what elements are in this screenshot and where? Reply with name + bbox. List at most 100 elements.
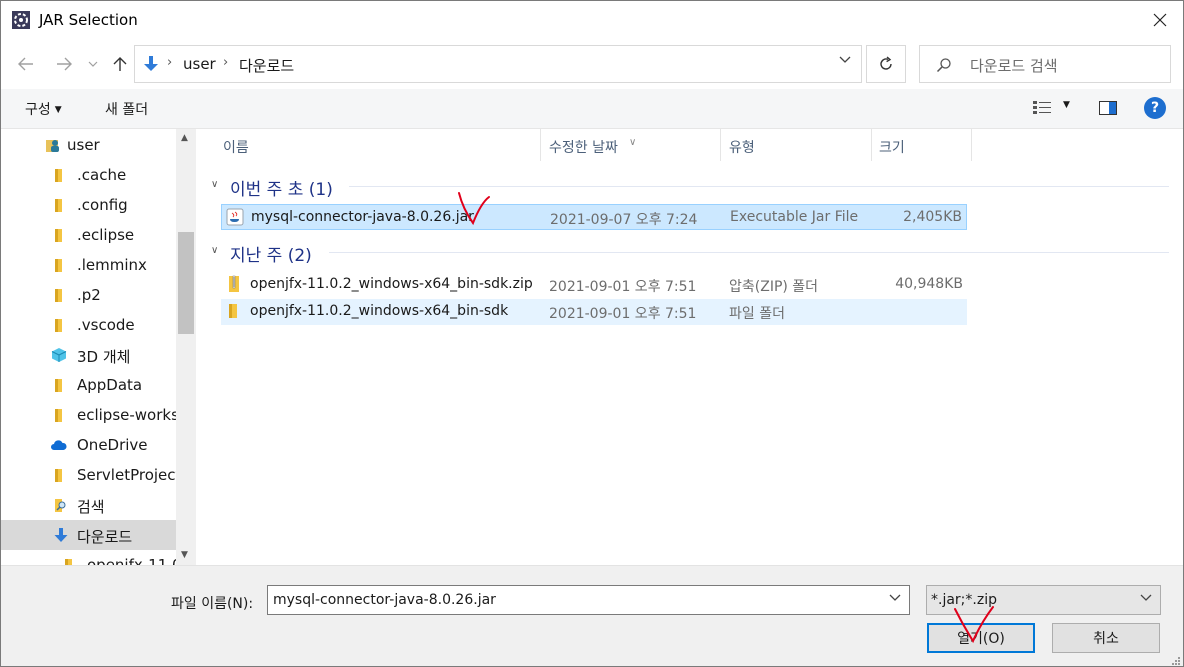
- file-date: 2021-09-01 오후 7:51: [549, 279, 697, 295]
- up-button[interactable]: [109, 53, 131, 75]
- new-folder-button[interactable]: 새 폴더: [105, 99, 148, 119]
- search-placeholder: 다운로드 검색: [970, 57, 1058, 75]
- sidebar-item-label: user: [67, 136, 100, 154]
- arrow-right-icon: [57, 57, 72, 71]
- sidebar-item-label: 3D 개체: [77, 348, 131, 366]
- sidebar-item-config[interactable]: .config: [1, 190, 176, 220]
- file-size: 2,405KB: [903, 209, 962, 225]
- file-list: 이름 ∨ 수정한 날짜 유형 크기 ∨ 이번 주 초 (1) mysql-con…: [197, 129, 1183, 565]
- sidebar-item-onedrive[interactable]: OneDrive: [1, 430, 176, 460]
- chevron-down-icon: ∨: [211, 179, 219, 190]
- file-row[interactable]: openjfx-11.0.2_windows-x64_bin-sdk.zip 2…: [221, 272, 967, 298]
- user-folder-icon: [46, 140, 59, 152]
- sidebar-item-cache[interactable]: .cache: [1, 160, 176, 190]
- filter-value: *.jar;*.zip: [931, 592, 997, 608]
- jar-selection-dialog: JAR Selection › user › 다운로드 다운로드 검색 구성 ▼…: [0, 0, 1184, 667]
- chevron-down-icon: [88, 61, 98, 67]
- filename-value: mysql-connector-java-8.0.26.jar: [273, 592, 496, 608]
- sidebar-item-p2[interactable]: .p2: [1, 280, 176, 310]
- group-title: 지난 주 (2): [230, 246, 312, 266]
- chevron-down-icon[interactable]: [839, 56, 851, 64]
- folder-icon: [55, 289, 62, 302]
- recent-locations-button[interactable]: [85, 53, 101, 75]
- view-options-caret-icon[interactable]: ▼: [1063, 100, 1070, 110]
- eclipse-app-icon: [12, 11, 30, 29]
- details-view-icon[interactable]: [1033, 101, 1051, 115]
- navigation-pane: user .cache .config .eclipse .lemminx .p…: [1, 129, 196, 565]
- sidebar-item-vscode[interactable]: .vscode: [1, 310, 176, 340]
- breadcrumb-downloads[interactable]: 다운로드: [239, 55, 294, 76]
- column-divider: [971, 129, 972, 161]
- folder-icon: [55, 319, 62, 332]
- group-header-last-week[interactable]: ∨ 지난 주 (2): [211, 241, 1171, 266]
- organize-button[interactable]: 구성 ▼: [25, 99, 62, 119]
- sidebar-item-label: ServletProject: [77, 466, 182, 484]
- scrollbar-thumb[interactable]: [178, 232, 194, 334]
- column-header-name[interactable]: 이름: [223, 137, 249, 157]
- sidebar-item-searches[interactable]: 검색: [1, 490, 176, 520]
- chevron-down-icon: [1140, 594, 1152, 601]
- file-row[interactable]: openjfx-11.0.2_windows-x64_bin-sdk 2021-…: [221, 299, 967, 325]
- cancel-button[interactable]: 취소: [1052, 623, 1160, 653]
- breadcrumb-user[interactable]: user: [183, 55, 216, 73]
- scroll-down-icon[interactable]: ▼: [181, 550, 188, 560]
- dialog-footer: 파일 이름(N): mysql-connector-java-8.0.26.ja…: [1, 565, 1183, 666]
- zip-folder-icon: [229, 275, 239, 292]
- command-toolbar: 구성 ▼ 새 폴더 ▼ ?: [1, 89, 1183, 129]
- refresh-button[interactable]: [866, 45, 906, 83]
- column-header-type[interactable]: 유형: [729, 137, 755, 157]
- help-button[interactable]: ?: [1144, 97, 1166, 119]
- preview-pane-icon[interactable]: [1099, 101, 1117, 115]
- group-title: 이번 주 초 (1): [230, 180, 333, 200]
- filename-input[interactable]: mysql-connector-java-8.0.26.jar: [267, 585, 910, 615]
- downloads-icon: [54, 528, 68, 542]
- column-header-modified[interactable]: 수정한 날짜: [549, 137, 618, 157]
- file-type: Executable Jar File: [730, 209, 859, 225]
- chevron-down-icon[interactable]: [889, 594, 901, 602]
- sidebar-item-user[interactable]: user: [1, 130, 176, 160]
- refresh-icon: [880, 56, 892, 70]
- breadcrumb-separator-icon: ›: [167, 55, 173, 70]
- folder-icon: [55, 259, 62, 272]
- forward-button[interactable]: [53, 53, 75, 75]
- file-name: mysql-connector-java-8.0.26.jar: [251, 209, 474, 225]
- sidebar-item-eclipse[interactable]: .eclipse: [1, 220, 176, 250]
- folder-icon: [55, 229, 62, 242]
- file-row[interactable]: mysql-connector-java-8.0.26.jar 2021-09-…: [221, 204, 967, 230]
- sidebar-item-servletproject[interactable]: ServletProject: [1, 460, 181, 490]
- sidebar-item-label: .p2: [77, 286, 101, 304]
- scroll-up-icon[interactable]: ▲: [181, 133, 188, 143]
- open-button[interactable]: 열기(O): [927, 623, 1035, 653]
- sidebar-item-downloads[interactable]: 다운로드: [1, 520, 176, 550]
- sidebar-item-openjfx[interactable]: openjfx-11.0.2: [1, 550, 196, 565]
- sidebar-item-label: .cache: [77, 166, 127, 184]
- column-divider: [871, 129, 872, 161]
- sidebar-item-appdata[interactable]: AppData: [1, 370, 176, 400]
- sidebar-item-label: OneDrive: [77, 436, 148, 454]
- sidebar-item-lemminx[interactable]: .lemminx: [1, 250, 176, 280]
- sidebar-item-label: eclipse-worksp: [77, 406, 189, 424]
- sidebar-item-label: 다운로드: [77, 528, 133, 546]
- file-type: 파일 폴더: [729, 306, 785, 322]
- sidebar-scrollbar[interactable]: ▲ ▼: [176, 129, 196, 565]
- search-folder-icon: [55, 499, 66, 512]
- sidebar-item-label: .config: [77, 196, 128, 214]
- close-button[interactable]: [1137, 1, 1183, 39]
- group-header-this-week[interactable]: ∨ 이번 주 초 (1): [211, 175, 1171, 200]
- resize-grip-icon[interactable]: [1171, 656, 1181, 666]
- file-date: 2021-09-01 오후 7:51: [549, 306, 697, 322]
- file-type-filter[interactable]: *.jar;*.zip: [926, 585, 1161, 615]
- column-header-size[interactable]: 크기: [879, 137, 905, 157]
- sidebar-item-label: 검색: [77, 498, 105, 516]
- sidebar-item-eclipse-workspace[interactable]: eclipse-worksp: [1, 400, 188, 430]
- java-jar-icon: [226, 208, 244, 226]
- address-bar[interactable]: › user › 다운로드: [134, 45, 862, 83]
- window-title: JAR Selection: [39, 11, 138, 29]
- search-input[interactable]: 다운로드 검색: [919, 45, 1171, 83]
- arrow-left-icon: [18, 57, 33, 71]
- folder-icon: [65, 559, 72, 565]
- sidebar-item-label: AppData: [77, 376, 143, 394]
- sidebar-item-3d-objects[interactable]: 3D 개체: [1, 340, 176, 370]
- back-button[interactable]: [15, 53, 37, 75]
- folder-icon: [55, 199, 62, 212]
